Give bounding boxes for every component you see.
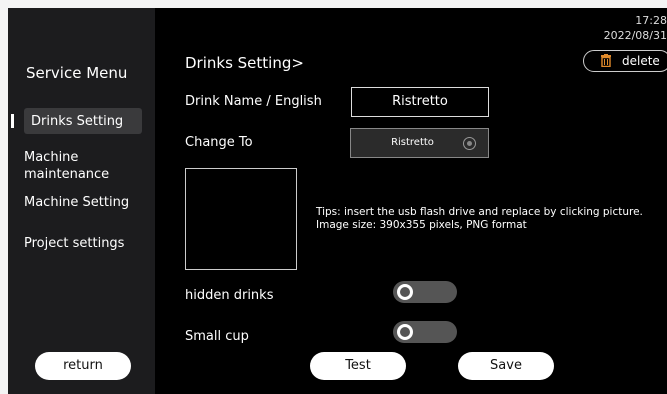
- change-to-select[interactable]: Ristretto: [350, 128, 489, 158]
- select-radio-icon: [463, 137, 476, 150]
- delete-label: delete: [622, 54, 660, 68]
- toggle-knob: [397, 284, 413, 300]
- sidebar-item-project-settings[interactable]: Project settings: [24, 235, 124, 252]
- small-cup-toggle[interactable]: [393, 321, 457, 343]
- drink-name-field[interactable]: Ristretto: [351, 87, 489, 117]
- return-button[interactable]: return: [35, 352, 131, 380]
- change-to-label: Change To: [185, 135, 253, 150]
- change-to-value: Ristretto: [391, 137, 434, 148]
- service-menu-title: Service Menu: [26, 64, 128, 82]
- drink-picture-box[interactable]: [185, 168, 297, 270]
- time-text: 17:28: [635, 14, 667, 27]
- save-button[interactable]: Save: [458, 352, 554, 380]
- toggle-knob: [397, 324, 413, 340]
- sidebar-item-machine-maintenance[interactable]: Machine maintenance: [24, 149, 114, 183]
- drink-name-label: Drink Name / English: [185, 94, 322, 109]
- hidden-drinks-label: hidden drinks: [185, 288, 274, 303]
- sidebar-item-machine-setting[interactable]: Machine Setting: [24, 194, 129, 211]
- active-indicator: [11, 114, 14, 128]
- sidebar-item-label: Drinks Setting: [31, 114, 124, 129]
- sidebar: Service Menu Drinks Setting Machine main…: [8, 8, 155, 394]
- hidden-drinks-toggle[interactable]: [393, 281, 457, 303]
- status-clock: 17:28 2022/08/31: [604, 13, 667, 43]
- delete-button[interactable]: delete: [583, 50, 667, 72]
- date-text: 2022/08/31: [603, 29, 667, 42]
- sidebar-item-drinks-setting[interactable]: Drinks Setting: [24, 108, 142, 134]
- small-cup-label: Small cup: [185, 329, 249, 344]
- main-panel: 17:28 2022/08/31 delete Drinks Setting> …: [155, 8, 667, 394]
- screen: Service Menu Drinks Setting Machine main…: [8, 8, 667, 394]
- test-button[interactable]: Test: [310, 352, 406, 380]
- trash-icon: [600, 54, 612, 70]
- tips-text: Tips: insert the usb flash drive and rep…: [316, 206, 643, 231]
- page-title: Drinks Setting>: [185, 54, 304, 72]
